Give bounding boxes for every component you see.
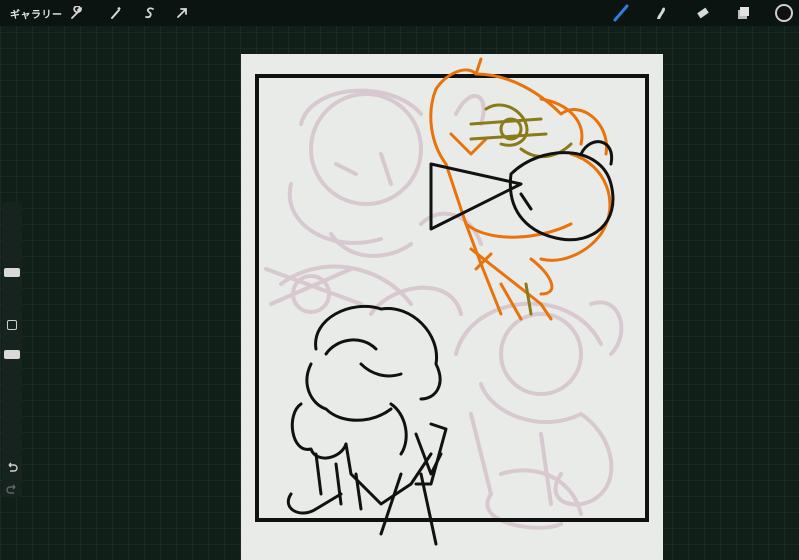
wrench-icon[interactable]: [68, 4, 86, 22]
color-circle-icon[interactable]: [774, 3, 794, 23]
brush-sidebar: [2, 202, 22, 498]
drawing-canvas[interactable]: [241, 54, 663, 560]
top-toolbar: ギャラリー: [0, 0, 799, 26]
redo-icon[interactable]: [6, 480, 18, 499]
brush-size-slider[interactable]: [4, 268, 20, 277]
arrow-cursor-icon[interactable]: [173, 4, 191, 22]
selection-s-icon[interactable]: [141, 4, 159, 22]
magic-wand-icon[interactable]: [107, 4, 125, 22]
layers-icon[interactable]: [734, 4, 752, 22]
sketch-artwork: [255, 57, 649, 546]
undo-icon[interactable]: [6, 458, 18, 477]
smudge-icon[interactable]: [652, 4, 670, 22]
gallery-button[interactable]: ギャラリー: [10, 6, 63, 21]
modify-button[interactable]: [7, 320, 17, 330]
opacity-slider[interactable]: [4, 350, 20, 359]
brush-icon[interactable]: [612, 4, 630, 22]
eraser-icon[interactable]: [694, 4, 712, 22]
